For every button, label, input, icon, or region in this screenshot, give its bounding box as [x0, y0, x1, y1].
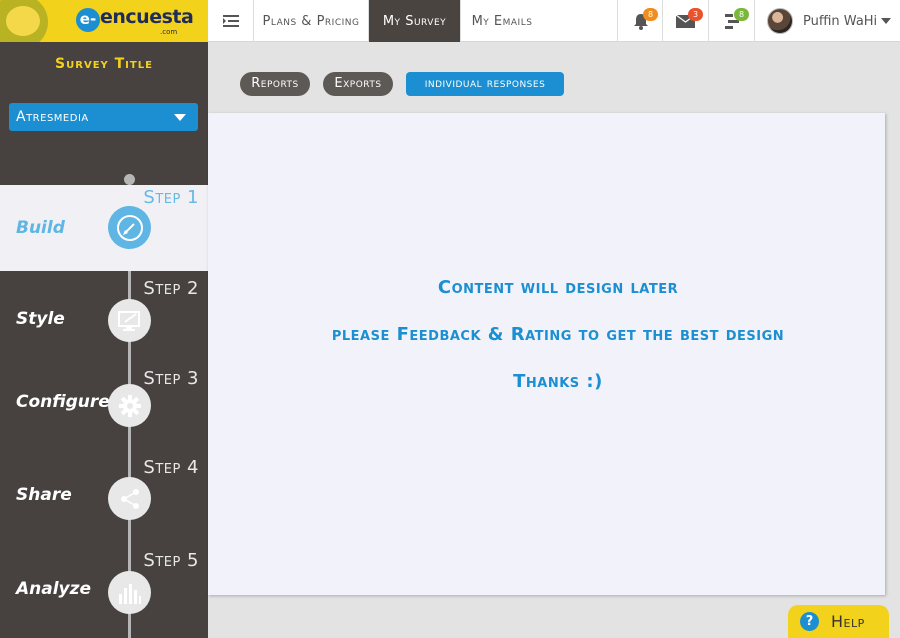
survey-title: Survey Title: [55, 56, 153, 72]
feedback-message: please Feedback & Rating to get the best…: [331, 324, 785, 345]
messages-button[interactable]: 3: [662, 0, 708, 42]
notifications-button[interactable]: 8: [617, 0, 663, 42]
survey-select-value: Atresmedia: [16, 109, 89, 125]
user-menu[interactable]: Puffin WaHi: [754, 0, 900, 42]
sidebar: Survey Title Atresmedia Step 1 Build Ste…: [0, 42, 208, 638]
step-icon-circle: [108, 571, 151, 614]
logo-tld: .com: [160, 28, 178, 36]
step-build[interactable]: Step 1 Build: [0, 185, 208, 271]
tasks-button[interactable]: 8: [708, 0, 754, 42]
step-icon-circle: [108, 299, 151, 342]
nav-my-survey[interactable]: My Survey: [369, 0, 461, 42]
notification-count-badge: 8: [643, 8, 658, 21]
logo-mark: e-: [76, 8, 100, 32]
avatar: [767, 8, 793, 34]
timeline-start-dot: [124, 174, 135, 185]
nav-plans-pricing[interactable]: Plans & Pricing: [254, 0, 369, 42]
step-icon-circle: [108, 206, 151, 249]
top-bar: e- encuesta .com Plans & Pricing My Surv…: [0, 0, 900, 42]
tab-individual-responses[interactable]: individual responses: [406, 72, 564, 96]
survey-select[interactable]: Atresmedia: [9, 103, 198, 131]
tab-exports[interactable]: Exports: [323, 72, 393, 96]
bar-chart-icon: [118, 583, 141, 604]
dropdown-arrow-icon: [174, 114, 186, 121]
step-share[interactable]: Step 4 Share: [0, 455, 208, 547]
gear-icon: [118, 394, 141, 417]
tab-reports[interactable]: Reports: [240, 72, 310, 96]
task-count-badge: 8: [734, 8, 749, 21]
step-name: Analyze: [16, 579, 92, 599]
thanks-message: Thanks :): [513, 371, 603, 392]
logo[interactable]: e- encuesta .com: [0, 0, 208, 42]
step-configure[interactable]: Step 3 Configure: [0, 363, 208, 455]
step-number: Step 1: [143, 187, 199, 208]
chevron-down-icon: [881, 18, 892, 24]
step-icon-circle: [108, 384, 151, 427]
nav-my-emails[interactable]: My Emails: [461, 0, 543, 42]
step-icon-circle: [108, 477, 151, 520]
content-panel: Content will design later please Feedbac…: [208, 113, 885, 595]
step-number: Step 2: [143, 278, 199, 299]
step-style[interactable]: Step 2 Style: [0, 271, 208, 363]
step-number: Step 5: [143, 550, 199, 571]
monitor-pen-icon: [117, 310, 140, 331]
question-icon: ?: [800, 612, 819, 631]
share-icon: [120, 488, 139, 509]
help-label: Help: [831, 612, 865, 631]
user-name: Puffin WaHi: [803, 13, 878, 29]
logo-text: encuesta: [100, 6, 194, 28]
step-analyze[interactable]: Step 5 Analyze: [0, 547, 208, 638]
menu-toggle-button[interactable]: [208, 0, 254, 42]
menu-icon: [222, 15, 239, 27]
step-name: Style: [16, 309, 65, 329]
placeholder-message: Content will design later: [437, 277, 679, 298]
step-name: Build: [16, 218, 65, 238]
message-count-badge: 3: [688, 8, 703, 21]
step-number: Step 4: [143, 457, 199, 478]
logo-swoosh-inner: [6, 6, 40, 36]
step-number: Step 3: [143, 368, 199, 389]
step-name: Share: [16, 485, 72, 505]
pencil-icon: [116, 214, 143, 241]
step-name: Configure: [16, 392, 110, 412]
help-button[interactable]: ? Help: [788, 605, 889, 638]
